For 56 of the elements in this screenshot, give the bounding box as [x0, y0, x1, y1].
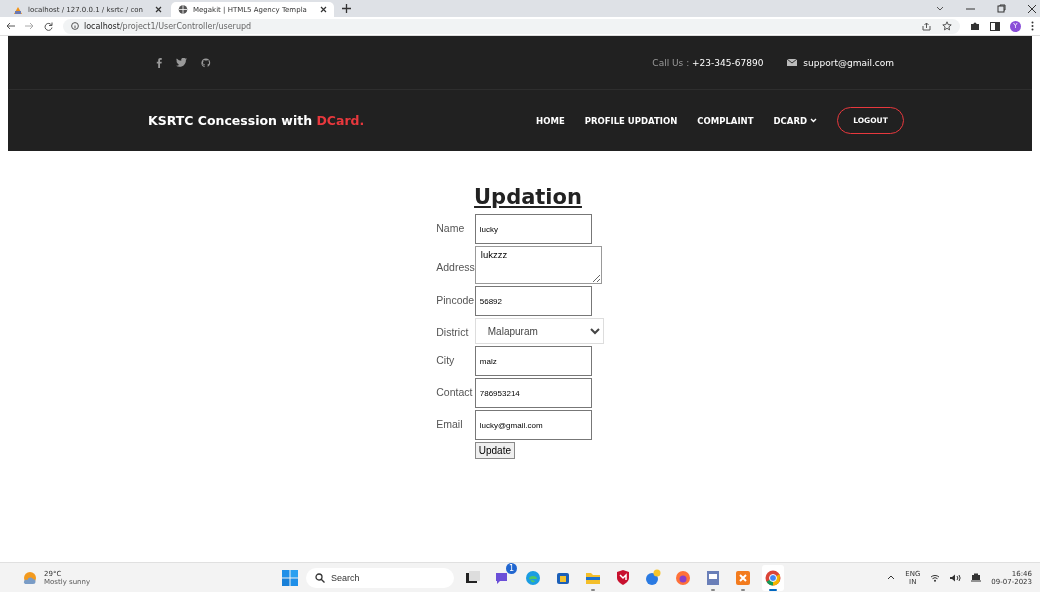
field-label: Pincode — [436, 293, 475, 306]
search-icon — [315, 572, 325, 583]
chevron-down-icon[interactable] — [936, 6, 944, 11]
update-button[interactable]: Update — [474, 442, 515, 459]
back-arrow-icon[interactable] — [6, 22, 15, 30]
district-dropdown[interactable]: Malapuram — [474, 318, 604, 344]
nav-dropdown[interactable]: DCARD — [773, 115, 817, 126]
star-icon[interactable] — [942, 21, 952, 31]
email-text: support@gmail.com — [803, 57, 894, 68]
field-label: Address — [436, 260, 475, 273]
input-field[interactable]: lucky — [474, 214, 592, 244]
url-text: localhost/project1/UserController/userupd — [84, 21, 253, 31]
weather-icon[interactable] — [22, 570, 38, 585]
nav-link[interactable]: HOME — [536, 115, 565, 126]
shield-icon[interactable] — [614, 568, 632, 587]
nav-link[interactable]: PROFILE UPDATION — [584, 115, 678, 126]
close-icon[interactable] — [320, 6, 327, 13]
chevron-down-icon — [810, 118, 817, 123]
site-logo[interactable]: KSRTC Concession with DCard. — [148, 113, 365, 128]
share-icon[interactable] — [922, 21, 931, 31]
phone-text: Call Us : +23-345-67890 — [652, 57, 764, 68]
input-field[interactable]: lucky@gmail.com — [474, 410, 592, 440]
field-label: District — [436, 325, 470, 338]
close-icon[interactable] — [155, 6, 162, 13]
twitter-icon[interactable] — [176, 58, 187, 67]
new-tab-icon[interactable] — [342, 4, 351, 13]
speaker-icon[interactable] — [950, 573, 962, 582]
field-label: Contact — [436, 385, 474, 398]
envelope-icon — [787, 59, 798, 66]
reload-icon[interactable] — [44, 21, 53, 31]
form-title: Updation — [474, 185, 582, 209]
facebook-icon[interactable] — [156, 57, 162, 68]
search-field[interactable]: Search — [306, 567, 454, 588]
field-label: Name — [436, 221, 466, 234]
chevron-up-icon[interactable] — [887, 575, 896, 580]
input-field[interactable]: 56892 — [474, 286, 592, 316]
input-field[interactable]: malz — [474, 346, 592, 376]
info-icon — [71, 22, 79, 30]
notification-badge: 1 — [506, 562, 517, 574]
nav-link[interactable]: COMPLAINT — [697, 115, 754, 126]
wifi-icon[interactable] — [930, 573, 941, 582]
document-icon[interactable] — [704, 568, 722, 587]
input-field[interactable]: 786953214 — [474, 378, 592, 408]
browser-icon[interactable] — [524, 568, 542, 587]
side-panel-icon[interactable] — [990, 21, 1000, 31]
restore-icon[interactable] — [997, 4, 1006, 13]
more-menu-icon[interactable] — [1031, 21, 1034, 31]
windows-start-icon[interactable] — [282, 569, 298, 586]
address-field[interactable]: lukzzz — [474, 246, 602, 284]
close-icon[interactable] — [1028, 4, 1036, 13]
minimize-icon[interactable] — [966, 7, 975, 10]
globe-icon — [178, 4, 188, 15]
github-icon[interactable] — [201, 57, 211, 68]
field-label: Email — [436, 417, 464, 430]
address-bar[interactable]: localhost/project1/UserController/userupd — [63, 18, 960, 34]
field-label: City — [436, 353, 456, 366]
